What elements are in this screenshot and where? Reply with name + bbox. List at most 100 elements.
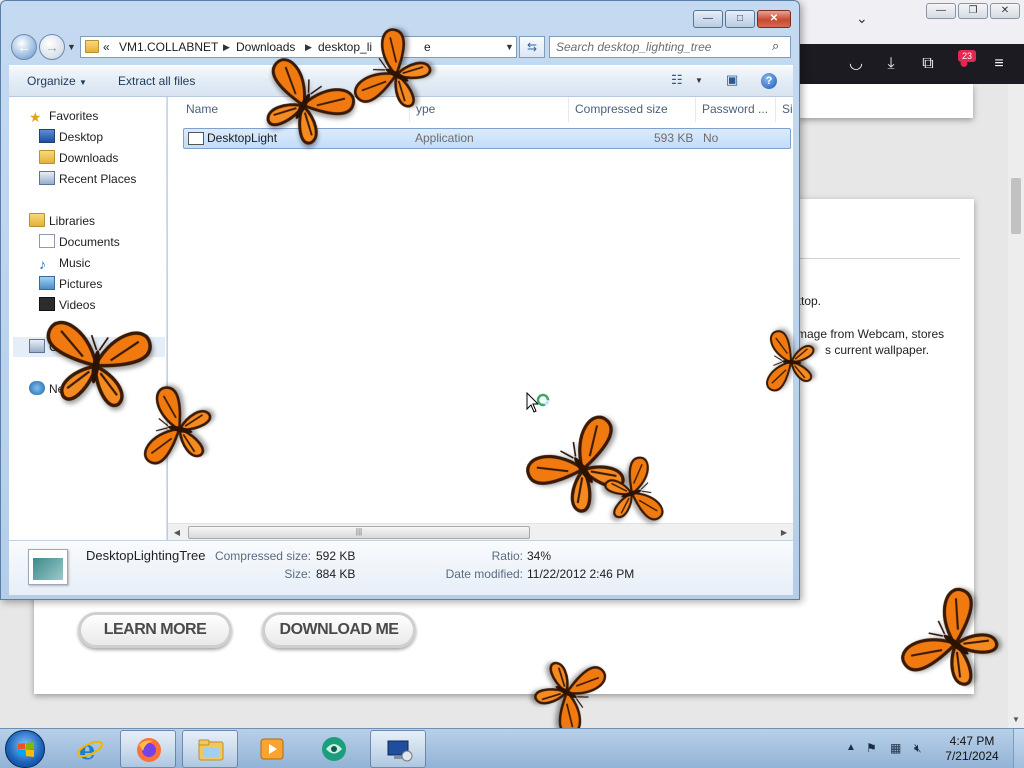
file-thumbnail-icon [28, 549, 68, 585]
download-me-button[interactable]: DOWNLOAD ME [262, 612, 416, 648]
column-header-password[interactable]: Password ... [696, 97, 776, 122]
search-input[interactable] [556, 39, 768, 55]
details-filename: DesktopLightingTree [86, 548, 206, 563]
nav-label: Downloads [59, 151, 119, 165]
volume-muted-icon[interactable]: 🔇︎ [914, 741, 922, 756]
details-size-value: 884 KB [316, 567, 356, 581]
taskbar: e ▲ ⚑ ▦ 🔇︎ 4:47 PM 7/21/2024 [0, 728, 1024, 768]
search-box[interactable]: ⌕ [549, 36, 791, 58]
nav-label: Documents [59, 235, 120, 249]
folder-icon [85, 40, 99, 53]
breadcrumb-overflow[interactable]: « [103, 37, 110, 57]
scroll-right-arrow-icon[interactable]: ▶ [778, 526, 790, 539]
page-text-line3: s current wallpaper. [825, 343, 930, 357]
forward-button[interactable]: → [39, 34, 65, 60]
clock-time: 4:47 PM [949, 734, 995, 748]
divider [798, 258, 960, 259]
butterfly-image [142, 384, 216, 474]
maximize-button[interactable]: □ [725, 10, 755, 28]
nav-item-downloads[interactable]: Downloads [39, 148, 118, 168]
show-desktop-button[interactable] [1013, 729, 1024, 768]
address-dropdown-icon[interactable]: ▼ [505, 37, 514, 57]
nav-item-documents[interactable]: Documents [39, 232, 120, 252]
scroll-left-arrow-icon[interactable]: ◀ [171, 526, 183, 539]
search-icon[interactable]: ⌕ [772, 38, 779, 54]
file-list: Name ype Compressed size Password ... Si… [168, 97, 793, 540]
nav-item-libraries[interactable]: Libraries [29, 211, 95, 231]
page-scrollbar-thumb[interactable] [1011, 178, 1021, 234]
desktop-icon [39, 129, 55, 143]
file-name: DesktopLight [207, 131, 278, 145]
nav-item-recent-places[interactable]: Recent Places [39, 169, 136, 189]
view-options-icon[interactable]: ☷ [671, 72, 683, 88]
firefox-icon [137, 738, 161, 762]
column-header-compressed-size[interactable]: Compressed size [569, 97, 696, 122]
downloads-folder-icon [39, 150, 55, 164]
file-password: No [703, 131, 719, 145]
menu-icon[interactable]: ≡ [988, 54, 1010, 74]
close-button[interactable]: ✕ [757, 10, 791, 28]
taskbar-app[interactable] [306, 730, 362, 768]
taskbar-remote-desktop[interactable] [370, 730, 426, 768]
browser-restore-button[interactable]: ❐ [958, 3, 988, 19]
download-icon[interactable]: ⤓ [880, 54, 902, 74]
minimize-button[interactable]: — [693, 10, 723, 28]
learn-more-button[interactable]: LEARN MORE [78, 612, 232, 648]
notification-badge: 23 [958, 50, 976, 62]
windows-logo-icon [18, 742, 34, 757]
details-pane: DesktopLightingTree Compressed size: 592… [9, 540, 793, 595]
browser-minimize-button[interactable]: — [926, 3, 956, 19]
help-icon[interactable]: ? [761, 73, 777, 89]
taskbar-firefox[interactable] [120, 730, 176, 768]
horizontal-scrollbar-thumb[interactable]: ||| [188, 526, 530, 539]
breadcrumb-arrow-icon[interactable]: ▶ [305, 37, 312, 57]
page-text-line2: mage from Webcam, stores [797, 327, 945, 341]
videos-icon [39, 297, 55, 311]
extract-all-button[interactable]: Extract all files [118, 74, 195, 88]
libraries-icon [29, 213, 45, 227]
documents-icon [39, 234, 55, 248]
back-button[interactable]: ← [11, 34, 37, 60]
browser-close-button[interactable]: ✕ [990, 3, 1020, 19]
taskbar-explorer[interactable] [182, 730, 238, 768]
nav-item-favorites[interactable]: ★ Favorites [29, 106, 98, 126]
action-center-flag-icon[interactable]: ⚑ [866, 741, 877, 755]
breadcrumb-item[interactable]: VM1.COLLABNET [119, 37, 218, 57]
details-ratio-label: Ratio: [491, 549, 523, 563]
network-icon[interactable]: ▦ [890, 741, 901, 755]
nav-item-pictures[interactable]: Pictures [39, 274, 102, 294]
page-card-top [798, 84, 973, 118]
nav-label: Music [59, 256, 91, 270]
file-type: Application [415, 131, 474, 145]
recent-pages-dropdown-icon[interactable]: ▼ [67, 42, 76, 52]
star-icon: ★ [29, 109, 42, 125]
details-compressed-value: 592 KB [316, 549, 356, 563]
horizontal-scrollbar[interactable]: ◀ ||| ▶ [168, 523, 793, 540]
organize-label: Organize [27, 74, 76, 88]
taskbar-media-player[interactable] [244, 730, 300, 768]
breadcrumb-arrow-icon[interactable]: ▶ [223, 37, 230, 57]
busy-cursor-icon [526, 392, 550, 413]
nav-label: Pictures [59, 277, 103, 291]
organize-button[interactable]: Organize ▼ [27, 74, 87, 88]
column-header-type[interactable]: ype [410, 97, 569, 122]
chevron-down-icon[interactable]: ⌄ [856, 10, 872, 30]
show-hidden-icon[interactable]: ▲ [846, 742, 856, 753]
preview-pane-icon[interactable]: ▣ [726, 72, 738, 88]
refresh-icon[interactable]: ⇆ [519, 36, 545, 58]
clock-date: 7/21/2024 [945, 749, 999, 763]
column-header-size[interactable]: Si [776, 97, 793, 122]
details-size-label: Size: [284, 567, 311, 581]
windows-explorer-icon [198, 739, 224, 761]
extensions-icon[interactable]: ⧉ [917, 54, 939, 74]
scroll-down-arrow-icon[interactable]: ▼ [1008, 712, 1024, 728]
clock[interactable]: 4:47 PM 7/21/2024 [936, 734, 1008, 764]
remote-desktop-icon [387, 740, 413, 762]
pocket-icon[interactable]: ◡ [845, 54, 867, 74]
nav-item-desktop[interactable]: Desktop [39, 127, 103, 147]
view-dropdown-icon[interactable]: ▼ [695, 76, 703, 85]
start-button[interactable] [5, 730, 45, 768]
nav-item-music[interactable]: ♪ Music [39, 253, 90, 273]
recent-places-icon [39, 171, 55, 185]
taskbar-ie[interactable]: e [62, 730, 118, 768]
